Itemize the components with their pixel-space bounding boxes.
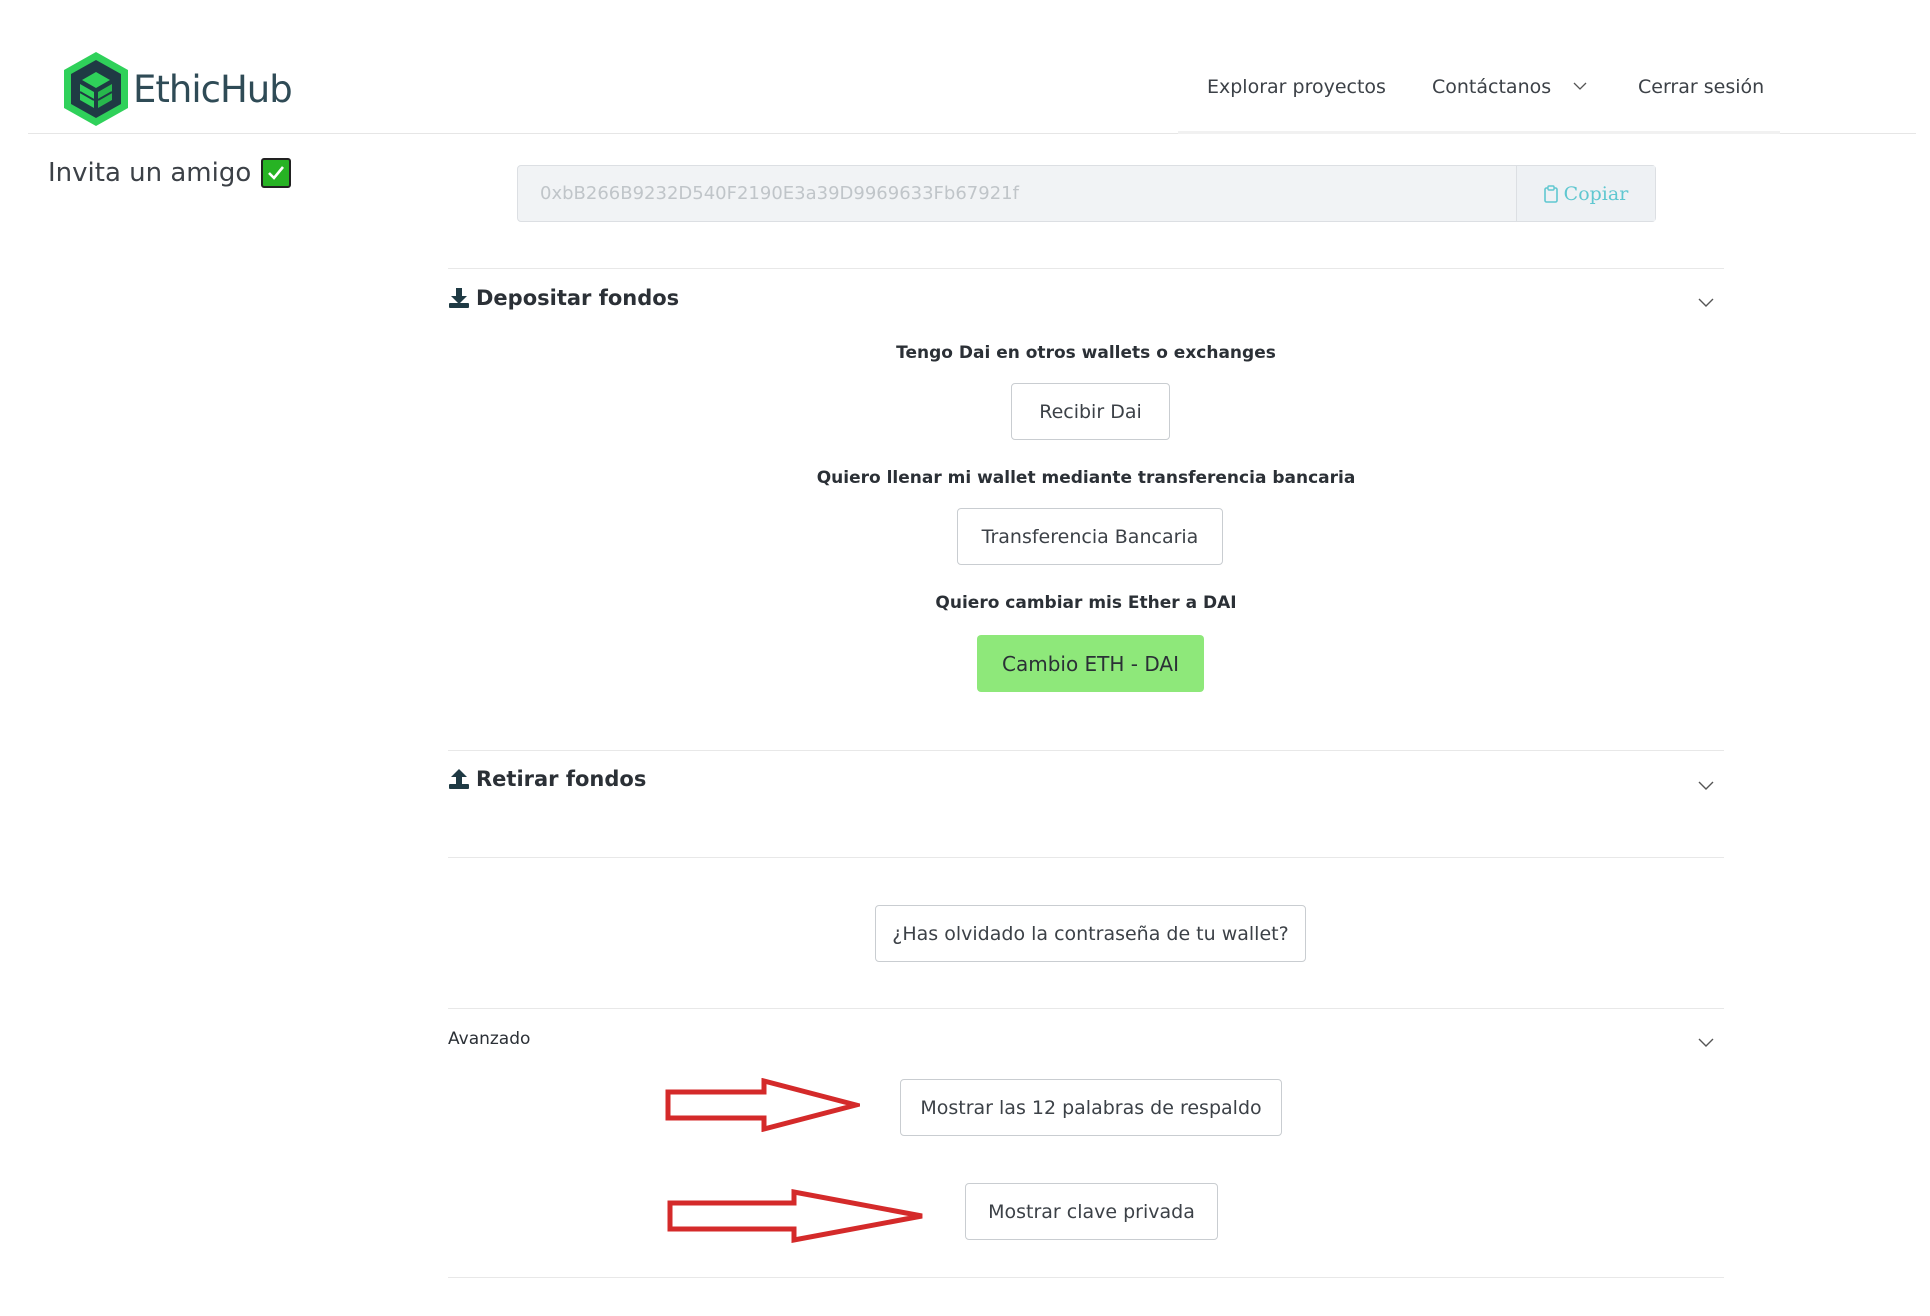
deposit-caption-dai: Tengo Dai en otros wallets o exchanges (896, 343, 1276, 363)
upload-icon (449, 769, 469, 789)
nav-logout[interactable]: Cerrar sesión (1638, 76, 1764, 98)
red-arrow-icon (665, 1078, 860, 1132)
show-private-key-button[interactable]: Mostrar clave privada (965, 1183, 1218, 1240)
show-backup-words-button[interactable]: Mostrar las 12 palabras de respaldo (900, 1079, 1282, 1136)
advanced-section-title[interactable]: Avanzado (448, 1029, 530, 1049)
chevron-down-icon (1573, 82, 1587, 90)
divider (448, 1008, 1724, 1009)
withdraw-section-title: Retirar fondos (476, 767, 647, 791)
download-icon (449, 288, 469, 308)
bank-transfer-button[interactable]: Transferencia Bancaria (957, 508, 1223, 565)
red-arrow-icon (667, 1189, 923, 1243)
nav-explore-projects[interactable]: Explorar proyectos (1207, 76, 1386, 98)
divider (448, 268, 1724, 269)
wallet-address-field: 0xbB266B9232D540F2190E3a39D9969633Fb6792… (517, 165, 1656, 222)
eth-dai-exchange-button[interactable]: Cambio ETH - DAI (977, 635, 1204, 692)
nav-contact-dropdown[interactable]: Contáctanos (1432, 76, 1587, 98)
copy-address-button[interactable]: Copiar (1516, 166, 1655, 221)
deposit-caption-eth: Quiero cambiar mis Ether a DAI (935, 593, 1237, 613)
divider (448, 750, 1724, 751)
top-navbar: EthicHub Explorar proyectos Contáctanos … (28, 0, 1916, 134)
receive-dai-button[interactable]: Recibir Dai (1011, 383, 1170, 440)
nav-contact-label: Contáctanos (1432, 76, 1552, 98)
wallet-address-value[interactable]: 0xbB266B9232D540F2190E3a39D9969633Fb6792… (518, 166, 1516, 221)
check-mark-icon (261, 158, 292, 188)
withdraw-section-header[interactable]: Retirar fondos (448, 767, 646, 791)
divider (448, 857, 1724, 858)
invite-friend-link[interactable]: Invita un amigo (48, 158, 292, 188)
chevron-down-icon[interactable] (1698, 781, 1714, 791)
deposit-section-header[interactable]: Depositar fondos (448, 286, 679, 310)
chevron-down-icon[interactable] (1698, 298, 1714, 308)
deposit-caption-bank: Quiero llenar mi wallet mediante transfe… (816, 468, 1356, 488)
deposit-section-title: Depositar fondos (476, 286, 680, 310)
ethichub-logo-icon[interactable] (60, 50, 132, 128)
clipboard-icon (1543, 184, 1558, 203)
copy-button-label: Copiar (1563, 182, 1629, 205)
nav-underline (1178, 131, 1780, 134)
forgot-password-button[interactable]: ¿Has olvidado la contraseña de tu wallet… (875, 905, 1306, 962)
invite-friend-label: Invita un amigo (48, 158, 252, 188)
chevron-down-icon[interactable] (1698, 1038, 1714, 1048)
divider (448, 1277, 1724, 1278)
brand-name[interactable]: EthicHub (133, 68, 293, 111)
